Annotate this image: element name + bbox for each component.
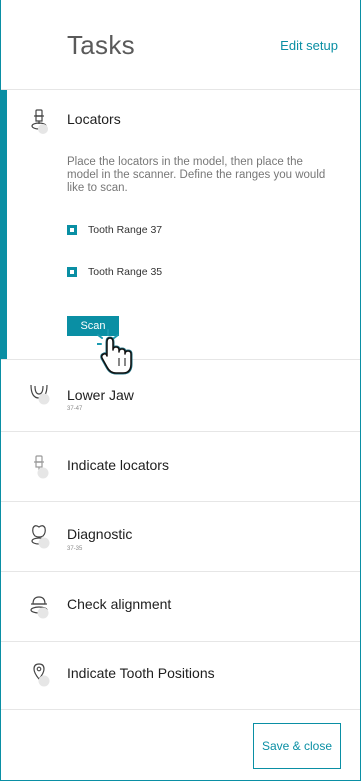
lower-jaw-icon — [27, 380, 55, 408]
tooth-range-label: Tooth Range 37 — [88, 224, 163, 236]
task-item-indicate-locators[interactable]: Indicate locators — [1, 432, 360, 502]
locator-icon — [27, 107, 55, 135]
task-item-indicate-tooth-positions[interactable]: Indicate Tooth Positions — [1, 642, 360, 710]
task-range-sub: 37-35 — [67, 546, 83, 552]
tooth-range-37[interactable]: Tooth Range 37 — [67, 223, 162, 237]
tasks-panel: Tasks Edit setup Locators Place the loca… — [0, 0, 361, 781]
hand-cursor-icon — [96, 328, 141, 376]
checkbox-checked-icon[interactable] — [67, 267, 77, 277]
task-label: Indicate locators — [67, 457, 169, 473]
task-label: Check alignment — [67, 596, 172, 612]
save-and-close-button[interactable]: Save & close — [253, 723, 341, 769]
checkbox-checked-icon[interactable] — [67, 225, 77, 235]
task-range-sub: 37-47 — [67, 406, 83, 412]
task-item-lower-jaw[interactable]: Lower Jaw 37-47 — [1, 360, 360, 432]
tooth-icon — [27, 522, 55, 550]
task-item-diagnostic[interactable]: Diagnostic 37-35 — [1, 502, 360, 572]
tooth-range-35[interactable]: Tooth Range 35 — [67, 265, 162, 279]
task-item-locators: Locators — [1, 90, 360, 360]
task-label: Lower Jaw — [67, 387, 134, 403]
tooth-range-label: Tooth Range 35 — [88, 266, 163, 278]
alignment-icon — [27, 592, 55, 620]
task-item-check-alignment[interactable]: Check alignment — [1, 572, 360, 642]
pin-icon — [27, 661, 55, 689]
task-label: Indicate Tooth Positions — [67, 665, 215, 681]
task-label: Diagnostic — [67, 526, 133, 542]
locator-icon — [27, 453, 55, 481]
page-title: Tasks — [67, 30, 135, 60]
task-description: Place the locators in the model, then pl… — [67, 156, 326, 194]
task-label-locators[interactable]: Locators — [67, 111, 121, 127]
panel-header: Tasks Edit setup — [1, 0, 360, 90]
edit-setup-link[interactable]: Edit setup — [280, 38, 338, 53]
